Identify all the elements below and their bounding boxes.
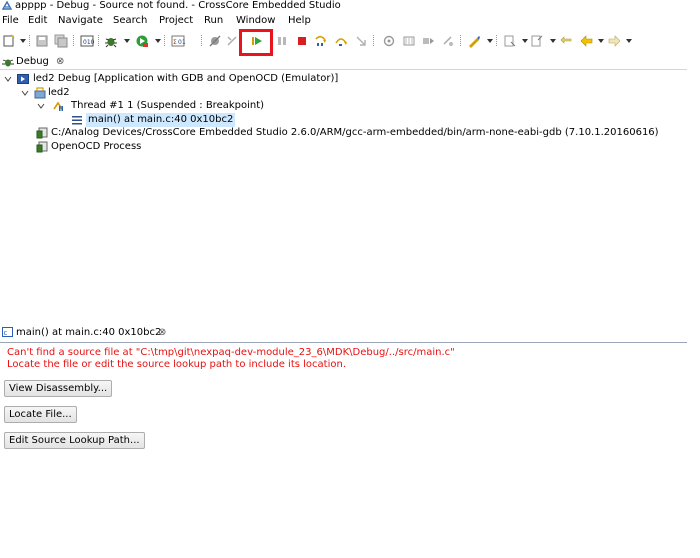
tree-row-launch[interactable]: led2 Debug [Application with GDB and Ope… <box>0 72 690 86</box>
tree-launch-label: led2 Debug [Application with GDB and Ope… <box>33 73 339 84</box>
tree-row-gdb-process[interactable]: C:/Analog Devices/CrossCore Embedded Stu… <box>0 126 690 140</box>
window-title: apppp - Debug - Source not found. - Cros… <box>15 0 341 11</box>
stack-frame-icon <box>72 116 82 125</box>
build-icon[interactable]: 010 <box>80 34 94 48</box>
svg-text:Σ: Σ <box>173 39 177 46</box>
run-icon[interactable] <box>135 34 149 48</box>
back-icon[interactable] <box>580 34 594 48</box>
memory-icon[interactable] <box>402 34 416 48</box>
terminate-icon[interactable] <box>295 34 309 48</box>
save-icon[interactable] <box>35 34 49 48</box>
chevron-down-icon[interactable] <box>37 99 45 113</box>
tree-target-label: led2 <box>48 87 70 98</box>
editor-tab-label: main() at main.c:40 0x10bc2 <box>16 327 162 338</box>
source-not-found-icon: c <box>2 327 13 337</box>
last-edit-icon[interactable] <box>560 34 574 48</box>
debug-target-icon <box>34 87 46 99</box>
skip-breakpoints-icon[interactable] <box>208 34 222 48</box>
pen-dropdown[interactable] <box>487 39 493 43</box>
debug-view-divider <box>0 69 687 70</box>
tree-openocd-process-label: OpenOCD Process <box>51 141 142 152</box>
error-message-line1: Can't find a source file at "C:\tmp\git\… <box>7 347 455 358</box>
toggle-mode-icon[interactable]: Σ 01 <box>171 34 185 48</box>
toolbar-separator <box>98 35 99 47</box>
thread-suspended-icon <box>53 101 63 111</box>
toolbar-separator <box>29 35 30 47</box>
step-over-icon[interactable] <box>334 34 348 48</box>
remove-launch-icon[interactable] <box>225 34 239 48</box>
menu-file[interactable]: File <box>2 14 19 27</box>
error-message-line2: Locate the file or edit the source looku… <box>7 359 346 370</box>
toolbar-separator <box>460 35 461 47</box>
connect-icon[interactable] <box>382 34 396 48</box>
toolbar-separator <box>164 35 165 47</box>
toolbar-separator <box>373 35 374 47</box>
forward-icon[interactable] <box>607 34 621 48</box>
title-bar: apppp - Debug - Source not found. - Cros… <box>0 0 700 13</box>
back-dropdown[interactable] <box>598 39 604 43</box>
menu-search[interactable]: Search <box>113 14 147 27</box>
edit-source-lookup-button[interactable]: Edit Source Lookup Path... <box>4 432 145 449</box>
step-into-icon[interactable] <box>314 34 328 48</box>
menu-navigate[interactable]: Navigate <box>58 14 103 27</box>
reset-icon[interactable] <box>441 34 455 48</box>
next-annotation-icon[interactable] <box>503 34 517 48</box>
tree-frame-label: main() at main.c:40 0x10bc2 <box>86 113 236 127</box>
tree-gdb-process-label: C:/Analog Devices/CrossCore Embedded Stu… <box>51 127 659 138</box>
svg-text:010: 010 <box>83 39 94 46</box>
chevron-down-icon[interactable] <box>21 86 29 100</box>
svg-text:01: 01 <box>178 39 185 46</box>
new-icon[interactable] <box>2 34 16 48</box>
step-return-icon[interactable] <box>354 34 368 48</box>
launch-config-icon <box>17 74 29 84</box>
tree-row-frame[interactable]: main() at main.c:40 0x10bc2 <box>0 113 690 127</box>
forward-dropdown[interactable] <box>626 39 632 43</box>
menu-help[interactable]: Help <box>288 14 311 27</box>
pen-icon[interactable] <box>467 34 481 48</box>
suspend-icon[interactable] <box>275 34 289 48</box>
locate-file-button[interactable]: Locate File... <box>4 406 77 423</box>
editor-close-icon[interactable]: ⊗ <box>158 326 166 340</box>
prev-annotation-icon[interactable] <box>530 34 544 48</box>
tree-row-openocd-process[interactable]: OpenOCD Process <box>0 140 690 154</box>
debug-view-icon <box>2 59 14 67</box>
next-annotation-dropdown[interactable] <box>522 39 528 43</box>
toolbar-separator <box>201 35 202 47</box>
debug-view-close-icon[interactable]: ⊗ <box>56 55 64 69</box>
process-icon <box>36 127 48 139</box>
new-dropdown[interactable] <box>20 39 26 43</box>
crosscore-app-icon <box>2 1 12 10</box>
chevron-down-icon[interactable] <box>4 72 12 86</box>
run-dropdown[interactable] <box>155 39 161 43</box>
svg-text:c: c <box>4 329 8 337</box>
editor-divider <box>0 342 687 343</box>
menu-run[interactable]: Run <box>204 14 223 27</box>
resume-highlight-box <box>239 29 273 56</box>
menu-window[interactable]: Window <box>236 14 275 27</box>
save-all-icon[interactable] <box>54 34 68 48</box>
tree-thread-label: Thread #1 1 (Suspended : Breakpoint) <box>71 100 265 111</box>
menu-project[interactable]: Project <box>159 14 193 27</box>
tree-row-thread[interactable]: Thread #1 1 (Suspended : Breakpoint) <box>0 99 690 113</box>
menu-bar: File Edit Navigate Search Project Run Wi… <box>0 13 700 28</box>
menu-edit[interactable]: Edit <box>28 14 47 27</box>
toolbar-separator <box>496 35 497 47</box>
process-icon <box>36 141 48 153</box>
debug-icon[interactable] <box>104 34 118 48</box>
instruction-step-icon[interactable] <box>421 34 435 48</box>
debug-dropdown[interactable] <box>124 39 130 43</box>
prev-annotation-dropdown[interactable] <box>550 39 556 43</box>
toolbar-separator <box>73 35 74 47</box>
tree-row-target[interactable]: led2 <box>0 86 690 100</box>
view-disassembly-button[interactable]: View Disassembly... <box>4 380 113 397</box>
main-toolbar: 010 Σ 01 <box>0 29 700 53</box>
debug-view-label: Debug <box>16 56 49 67</box>
